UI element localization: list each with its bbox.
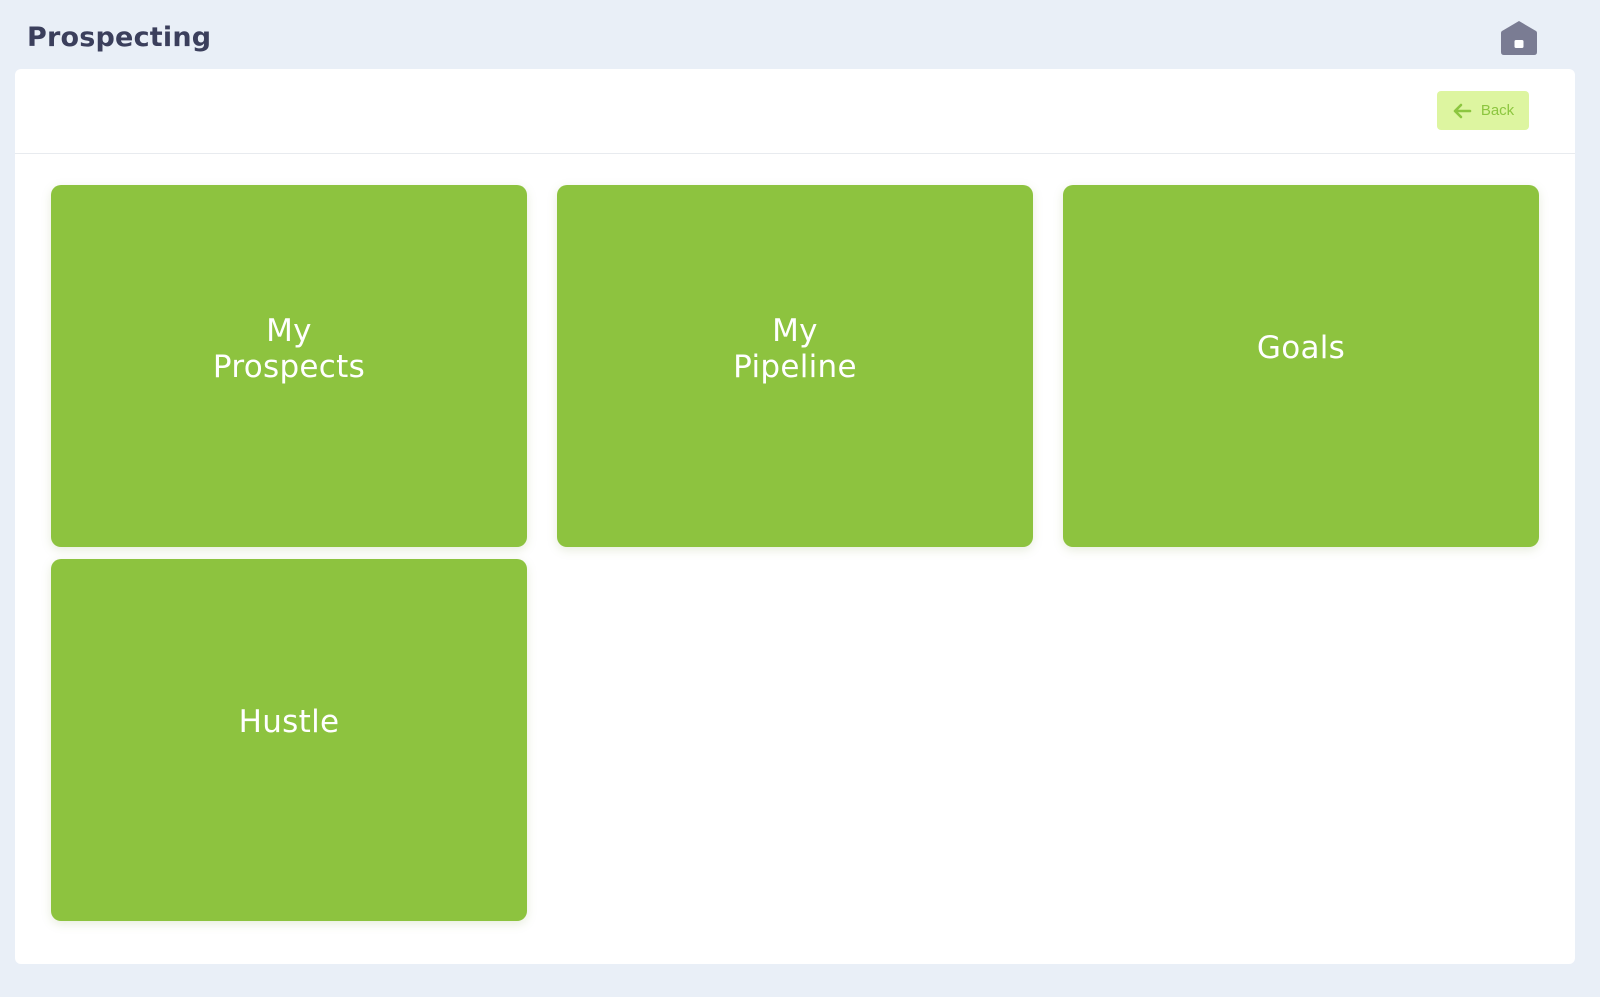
tile-label: My Prospects (212, 313, 366, 385)
home-button[interactable] (1500, 19, 1538, 57)
back-button-label: Back (1480, 102, 1515, 119)
page-title: Prospecting (27, 22, 212, 53)
tile-goals[interactable]: Goals (1063, 185, 1539, 547)
page: Prospecting Back My Prospects My Pipelin… (0, 0, 1600, 997)
panel-header: Back (15, 69, 1575, 154)
tile-hustle[interactable]: Hustle (51, 559, 527, 921)
tile-label: Hustle (238, 704, 340, 740)
tile-grid: My Prospects My Pipeline Goals Hustle (51, 185, 1539, 921)
back-button[interactable]: Back (1437, 91, 1529, 130)
tile-my-prospects[interactable]: My Prospects (51, 185, 527, 547)
tile-my-pipeline[interactable]: My Pipeline (557, 185, 1033, 547)
main-panel: Back My Prospects My Pipeline Goals Hust… (15, 69, 1575, 964)
tile-label: My Pipeline (733, 313, 857, 385)
home-icon (1501, 21, 1537, 55)
tile-label: Goals (1256, 330, 1346, 366)
arrow-left-icon (1453, 103, 1472, 118)
